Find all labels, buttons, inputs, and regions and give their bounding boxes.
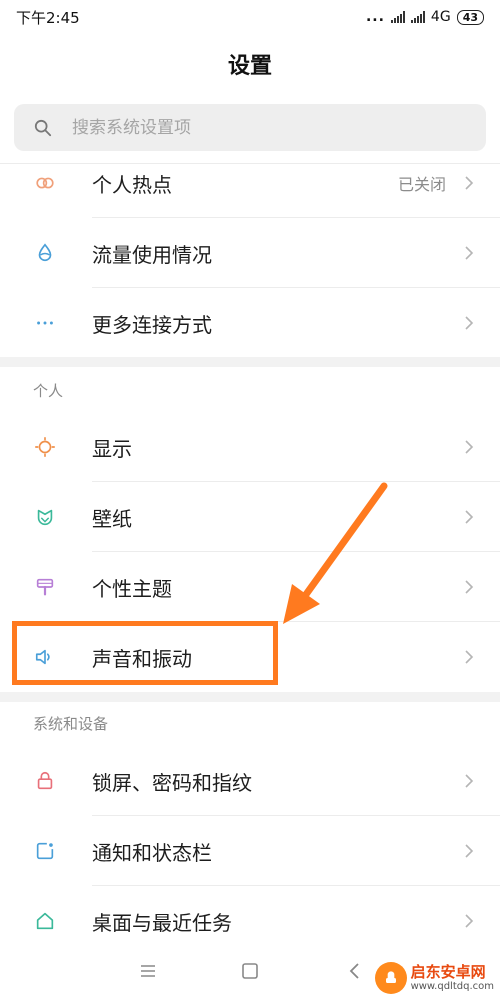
chevron-right-icon <box>462 771 476 791</box>
display-icon <box>33 435 57 459</box>
hotspot-icon <box>33 171 57 195</box>
status-time: 下午2:45 <box>16 8 80 27</box>
section-gap <box>0 357 500 367</box>
settings-item-display[interactable]: 显示 <box>0 412 500 482</box>
signal-icon <box>390 11 405 23</box>
more-icon <box>33 311 57 335</box>
chevron-right-icon <box>462 507 476 527</box>
status-icons: ... 4G 43 <box>366 9 484 25</box>
chevron-right-icon <box>462 243 476 263</box>
wallpaper-icon <box>33 505 57 529</box>
settings-item-lock-screen[interactable]: 锁屏、密码和指纹 <box>0 746 500 816</box>
watermark: 启东安卓网 www.qdltdq.com <box>374 962 494 994</box>
battery-icon: 43 <box>456 9 484 25</box>
notification-dots: ... <box>365 9 385 25</box>
settings-item-theme[interactable]: 个性主题 <box>0 552 500 622</box>
menu-button[interactable] <box>133 956 163 986</box>
lock-icon <box>33 769 57 793</box>
search-bar[interactable] <box>14 104 486 151</box>
chevron-right-icon <box>462 437 476 457</box>
watermark-url: www.qdltdq.com <box>410 980 494 992</box>
chevron-right-icon <box>462 313 476 333</box>
watermark-logo-icon <box>374 962 407 994</box>
settings-item-label: 显示 <box>92 436 132 461</box>
chevron-right-icon <box>462 577 476 597</box>
signal-icon <box>410 11 425 23</box>
watermark-title: 启东安卓网 <box>410 963 486 982</box>
menu-icon <box>141 965 155 977</box>
chevron-right-icon <box>462 173 476 193</box>
settings-item-label: 流量使用情况 <box>92 242 212 267</box>
settings-item-label: 壁纸 <box>92 506 132 531</box>
settings-item-value: 已关闭 <box>397 175 446 194</box>
settings-item-notifications[interactable]: 通知和状态栏 <box>0 816 500 886</box>
settings-item-label: 更多连接方式 <box>92 312 212 337</box>
highlight-box <box>12 621 278 685</box>
home-square-icon <box>242 963 258 979</box>
settings-item-label: 锁屏、密码和指纹 <box>92 770 252 795</box>
settings-item-label: 桌面与最近任务 <box>92 910 232 935</box>
settings-item-label: 个性主题 <box>92 576 172 601</box>
settings-item-more-connections[interactable]: 更多连接方式 <box>0 288 500 358</box>
status-bar: 下午2:45 ... 4G 43 <box>0 0 500 34</box>
back-icon <box>349 963 359 979</box>
settings-item-hotspot[interactable]: 个人热点 已关闭 <box>0 148 500 218</box>
section-gap <box>0 692 500 702</box>
chevron-right-icon <box>462 841 476 861</box>
section-header-system: 系统和设备 <box>33 715 109 733</box>
data-usage-icon <box>33 241 57 265</box>
chevron-right-icon <box>462 911 476 931</box>
notification-icon <box>33 839 57 863</box>
settings-item-label: 通知和状态栏 <box>92 840 212 865</box>
settings-item-data-usage[interactable]: 流量使用情况 <box>0 218 500 288</box>
theme-icon <box>33 575 57 599</box>
back-button[interactable] <box>340 956 370 986</box>
section-header-personal: 个人 <box>33 382 64 400</box>
page-title: 设置 <box>227 54 272 79</box>
settings-item-wallpaper[interactable]: 壁纸 <box>0 482 500 552</box>
home-button[interactable] <box>235 956 265 986</box>
chevron-right-icon <box>462 647 476 667</box>
search-input[interactable] <box>70 116 454 139</box>
home-icon <box>33 909 57 933</box>
settings-item-label: 个人热点 <box>92 172 172 197</box>
search-icon <box>34 119 52 136</box>
network-type: 4G <box>430 9 451 25</box>
